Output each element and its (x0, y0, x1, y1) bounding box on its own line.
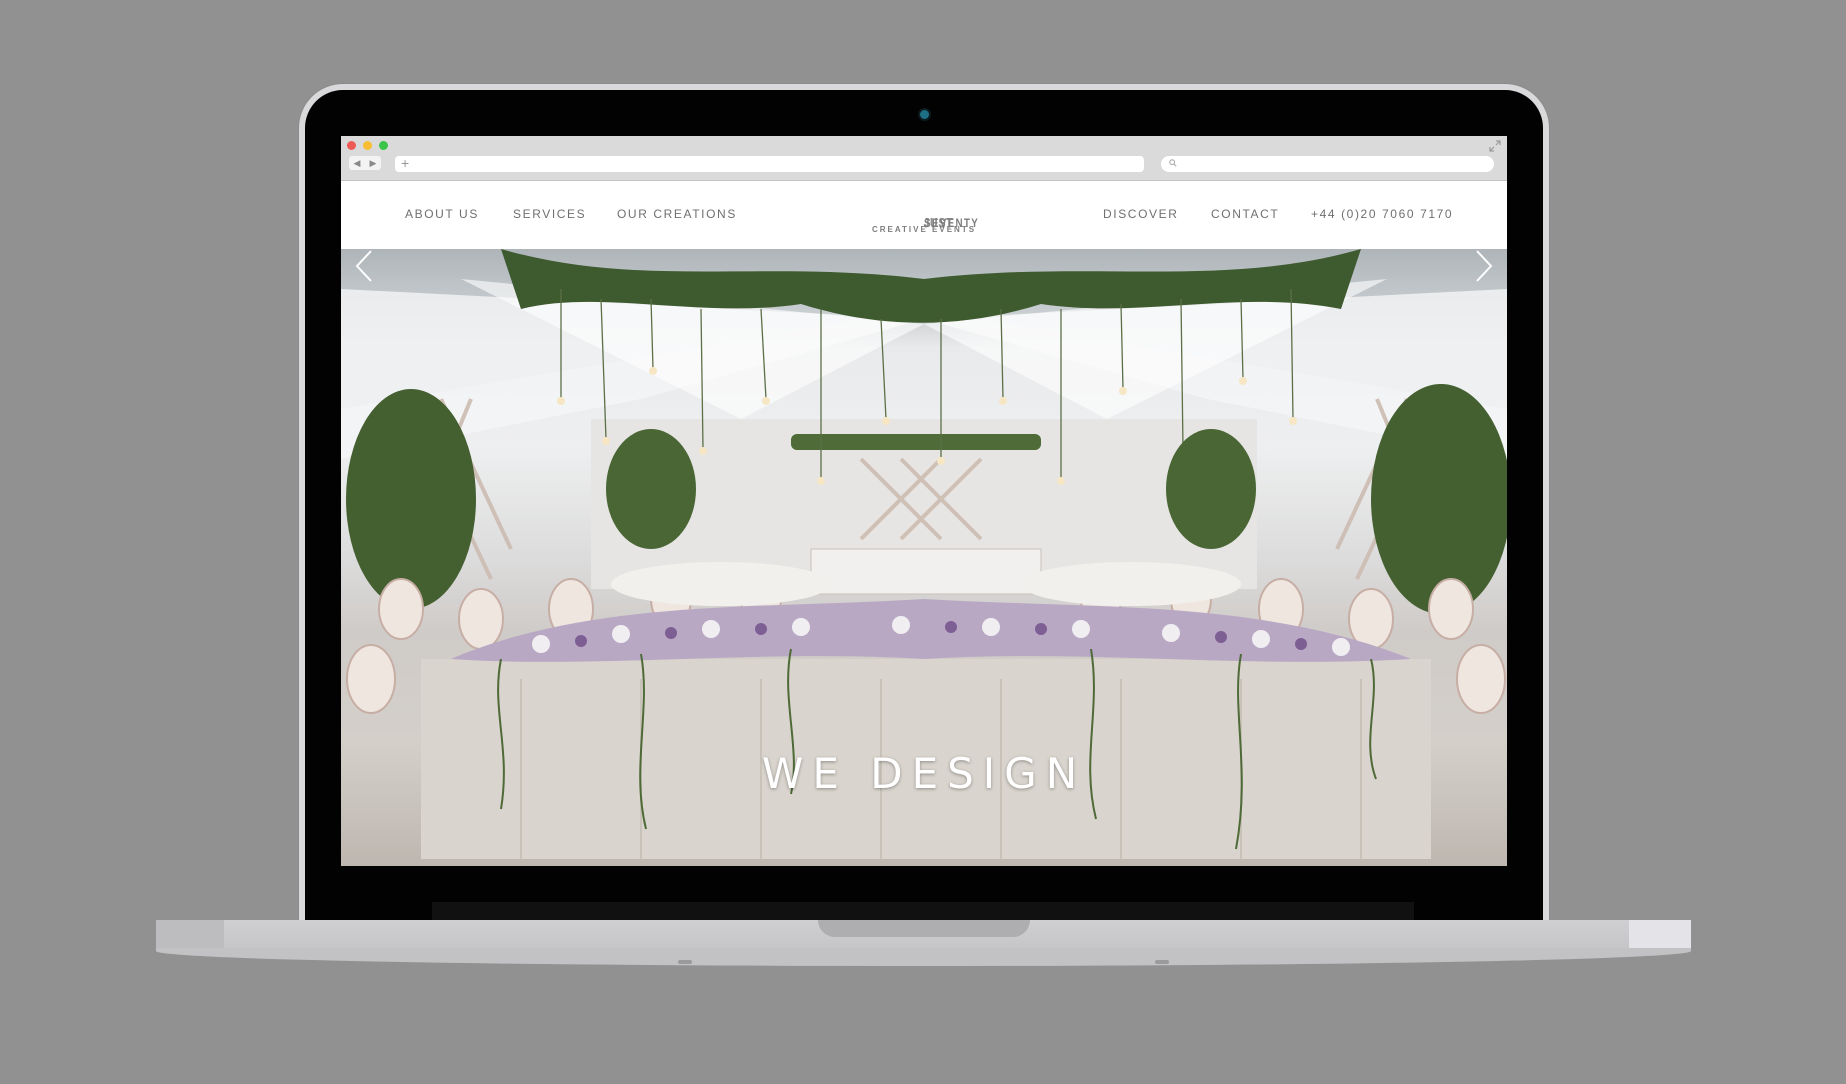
minimize-window-button[interactable] (363, 141, 372, 150)
browser-toolbar: ◀ ▶ + (341, 136, 1507, 181)
address-bar[interactable]: + (395, 155, 1144, 172)
back-icon[interactable]: ◀ (354, 156, 361, 170)
forward-icon[interactable]: ▶ (370, 156, 377, 170)
plus-icon[interactable]: + (401, 155, 409, 171)
hero-title: WE DESIGN (761, 749, 1087, 798)
chevron-right-icon[interactable] (1473, 249, 1495, 283)
close-window-button[interactable] (347, 141, 356, 150)
laptop-base-left (156, 920, 224, 948)
nav-our-creations[interactable]: OUR CREATIONS (617, 207, 737, 221)
browser-search-field[interactable] (1161, 156, 1494, 172)
nav-contact[interactable]: CONTACT (1211, 207, 1279, 221)
logo-tagline: CREATIVE EVENTS (871, 225, 977, 234)
laptop-opening-notch (818, 920, 1030, 937)
nav-phone[interactable]: +44 (0)20 7060 7170 (1311, 207, 1453, 221)
laptop-base-lip (156, 948, 1691, 966)
history-buttons: ◀ ▶ (349, 156, 381, 170)
nav-about-us[interactable]: ABOUT US (405, 207, 479, 221)
screen: ◀ ▶ + ABOUT US SERVICES OUR CREATIONS JU… (341, 136, 1507, 866)
zoom-window-button[interactable] (379, 141, 388, 150)
laptop-base-right (1629, 920, 1691, 948)
laptop-foot (678, 960, 692, 964)
nav-discover[interactable]: DISCOVER (1103, 207, 1178, 221)
search-icon (1169, 159, 1177, 167)
chevron-left-icon[interactable] (353, 249, 375, 283)
laptop-foot (1155, 960, 1169, 964)
laptop-hinge (432, 902, 1414, 920)
nav-services[interactable]: SERVICES (513, 207, 586, 221)
site-header: ABOUT US SERVICES OUR CREATIONS JUST SEVE… (341, 181, 1507, 249)
camera-icon (920, 110, 929, 119)
hero-slider: WE DESIGN (341, 249, 1507, 866)
expand-icon[interactable] (1489, 140, 1501, 152)
